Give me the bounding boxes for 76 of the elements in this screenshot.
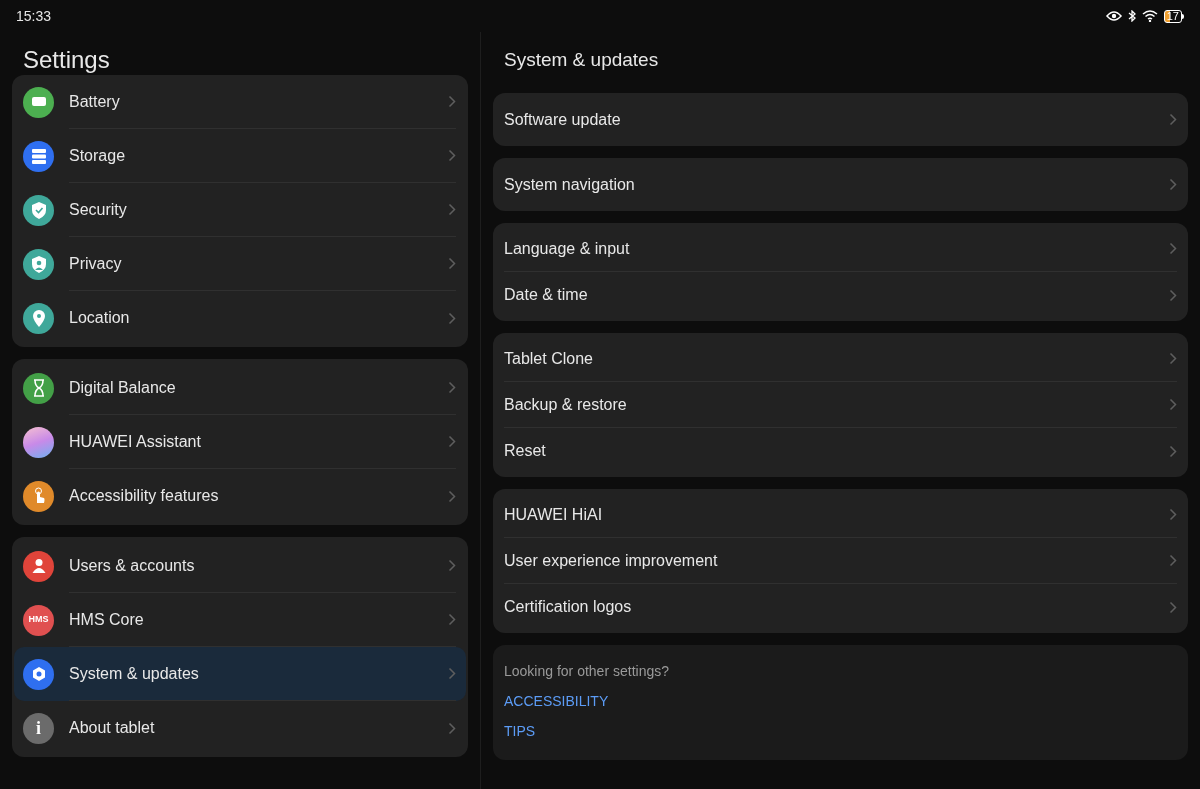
chevron-icon <box>1169 113 1177 126</box>
chevron-icon <box>1169 508 1177 521</box>
item-label: Users & accounts <box>69 555 195 576</box>
item-label: About tablet <box>69 718 155 738</box>
settings-item[interactable]: System & updates <box>14 647 466 701</box>
chevron-icon <box>1169 554 1177 567</box>
item-label: User experience improvement <box>504 550 718 571</box>
item-label: Storage <box>69 145 126 166</box>
item-label: System navigation <box>504 174 635 195</box>
settings-item[interactable]: Language & input <box>504 226 1177 272</box>
settings-item[interactable]: Software update <box>504 96 1177 143</box>
item-label: Software update <box>504 109 621 130</box>
settings-item[interactable]: Location <box>14 291 466 345</box>
item-label: System & updates <box>69 663 199 684</box>
chevron-icon <box>448 435 456 448</box>
item-label: HUAWEI HiAI <box>504 504 603 525</box>
chevron-icon <box>448 489 456 503</box>
item-label: Language & input <box>504 238 630 259</box>
chevron-icon <box>1169 352 1177 365</box>
bluetooth-icon <box>1127 10 1136 22</box>
chevron-icon <box>1169 444 1177 458</box>
chevron-icon <box>1169 288 1177 302</box>
settings-item[interactable]: Certification logos <box>504 584 1177 630</box>
chevron-icon <box>448 721 456 735</box>
chevron-icon <box>1169 600 1177 614</box>
settings-item[interactable]: Reset <box>504 428 1177 474</box>
eye-icon <box>1105 11 1122 21</box>
settings-item[interactable]: Privacy <box>14 237 466 291</box>
chevron-icon <box>448 311 456 325</box>
item-label: HMS Core <box>69 609 144 630</box>
settings-item[interactable]: Security <box>14 183 466 237</box>
settings-item[interactable]: Date & time <box>504 272 1177 318</box>
item-label: Privacy <box>69 253 122 274</box>
chevron-icon <box>448 149 456 162</box>
setting-icon: i <box>23 712 54 744</box>
item-label: Reset <box>504 441 546 461</box>
chevron-icon <box>1169 178 1177 191</box>
chevron-icon <box>448 381 456 394</box>
chevron-icon <box>448 559 456 572</box>
item-label: Battery <box>69 91 120 112</box>
item-label: Backup & restore <box>504 394 627 415</box>
chevron-icon <box>1169 398 1177 411</box>
item-label: Certification logos <box>504 597 632 617</box>
chevron-icon <box>448 257 456 270</box>
suggestions-prompt: Looking for other settings? <box>504 662 669 681</box>
item-label: HUAWEI Assistant <box>69 431 201 452</box>
settings-item[interactable]: Tablet Clone <box>504 336 1177 382</box>
item-label: Location <box>69 308 130 328</box>
sidebar-title: Settings <box>22 45 111 75</box>
settings-item[interactable]: HUAWEI HiAI <box>504 492 1177 538</box>
item-label: Tablet Clone <box>504 348 593 369</box>
settings-item[interactable]: HUAWEI Assistant <box>14 415 466 469</box>
setting-icon: HMS <box>23 604 54 636</box>
panel-title: System & updates <box>503 48 660 72</box>
settings-item[interactable]: Users & accounts <box>14 539 466 593</box>
settings-item[interactable]: User experience improvement <box>504 538 1177 584</box>
settings-item[interactable]: i About tablet <box>14 701 466 755</box>
item-label: Digital Balance <box>69 377 176 398</box>
settings-item[interactable]: Digital Balance <box>14 361 466 415</box>
settings-item[interactable]: Backup & restore <box>504 382 1177 428</box>
chevron-icon <box>448 95 456 108</box>
item-label: Date & time <box>504 285 588 305</box>
chevron-icon <box>448 613 456 626</box>
settings-item[interactable]: System navigation <box>504 161 1177 208</box>
chevron-icon <box>1169 242 1177 255</box>
settings-item[interactable]: Accessibility features <box>14 469 466 523</box>
item-label: Security <box>69 199 127 220</box>
settings-item[interactable]: Storage <box>14 129 466 183</box>
suggestion-link[interactable]: ACCESSIBILITY <box>504 691 609 712</box>
chevron-icon <box>448 203 456 216</box>
item-label: Accessibility features <box>69 486 219 506</box>
settings-item[interactable]: Battery <box>14 75 466 129</box>
chevron-icon <box>448 667 456 680</box>
suggestion-link[interactable]: TIPS <box>504 721 536 742</box>
status-time: 15:33 <box>16 6 52 26</box>
wifi-icon <box>1141 10 1158 22</box>
